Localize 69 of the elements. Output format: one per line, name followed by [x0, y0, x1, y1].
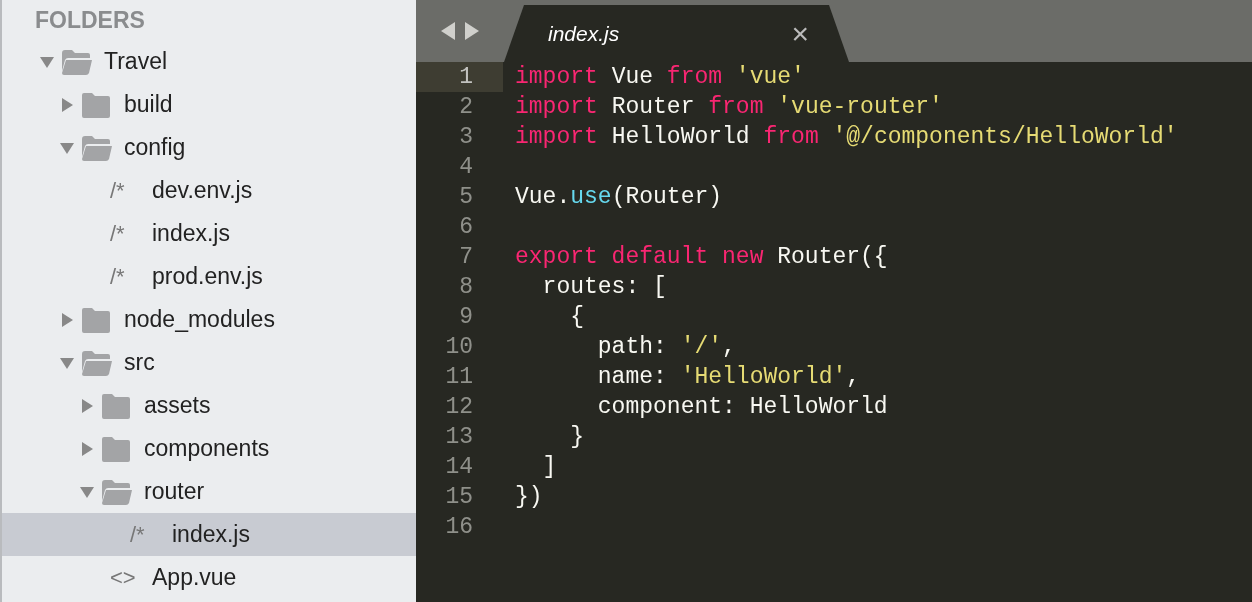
- line-number: 7: [458, 243, 474, 272]
- collapse-triangle-icon[interactable]: [80, 484, 94, 499]
- folder-item[interactable]: node_modules: [2, 298, 416, 341]
- folder-item[interactable]: build: [2, 83, 416, 126]
- folder-icon[interactable]: [80, 306, 112, 333]
- line-number: 6: [458, 213, 474, 242]
- line-number: 15: [444, 483, 474, 512]
- expand-triangle-icon[interactable]: [80, 441, 94, 456]
- code-line: import HelloWorld from '@/components/HelloWorld': [514, 122, 1178, 152]
- folder-icon[interactable]: [100, 392, 132, 419]
- code-line: {: [569, 302, 584, 332]
- file-item[interactable]: /* prod.env.js: [2, 255, 416, 298]
- folder-item[interactable]: src: [2, 341, 416, 384]
- code-line: }): [514, 482, 543, 512]
- collapse-triangle-icon[interactable]: [60, 140, 74, 155]
- code-line: import Vue from 'vue': [514, 62, 805, 92]
- collapse-triangle-icon[interactable]: [60, 355, 74, 370]
- open-folder-icon[interactable]: [60, 48, 92, 75]
- line-number: 11: [444, 363, 474, 392]
- close-button[interactable]: ×: [791, 18, 809, 49]
- folder-item[interactable]: router: [2, 470, 416, 513]
- code-line: export default new Router({: [514, 242, 888, 272]
- file-item[interactable]: /* dev.env.js: [2, 169, 416, 212]
- file-item[interactable]: /* index.js: [2, 212, 416, 255]
- folder-item[interactable]: Travel: [2, 40, 416, 83]
- folder-item[interactable]: components: [2, 427, 416, 470]
- line-number: 8: [458, 273, 474, 302]
- code-line: import Router from 'vue-router': [514, 92, 943, 122]
- folder-item[interactable]: assets: [2, 384, 416, 427]
- line-number: 10: [444, 333, 474, 362]
- editor-tab[interactable]: index.js ×: [504, 5, 849, 62]
- expand-triangle-icon[interactable]: [80, 398, 94, 413]
- folder-item[interactable]: config: [2, 126, 416, 169]
- collapse-triangle-icon[interactable]: [40, 54, 54, 69]
- folders-heading: FOLDERS: [34, 6, 146, 35]
- line-number: 16: [444, 513, 474, 542]
- line-number: 3: [458, 123, 474, 152]
- code-line: routes: [: [541, 272, 667, 302]
- file-type-icon: /*: [130, 518, 166, 551]
- back-arrow-icon[interactable]: [441, 22, 455, 40]
- file-item[interactable]: /* index.js: [2, 513, 416, 556]
- line-number: 9: [458, 303, 474, 332]
- line-number: 1: [416, 62, 503, 92]
- file-type-icon: /*: [110, 260, 146, 293]
- expand-triangle-icon[interactable]: [60, 312, 74, 327]
- code-line: }: [569, 422, 584, 452]
- line-number: 13: [444, 423, 474, 452]
- line-number: 5: [458, 183, 474, 212]
- open-folder-icon[interactable]: [100, 478, 132, 505]
- file-type-icon: /*: [110, 217, 146, 250]
- line-number: 14: [444, 453, 474, 482]
- code-line: Vue.use(Router): [514, 182, 723, 212]
- tab-label: index.js: [548, 20, 620, 47]
- forward-arrow-icon[interactable]: [465, 22, 479, 40]
- code-line: name: 'HelloWorld',: [596, 362, 861, 392]
- folder-icon[interactable]: [100, 435, 132, 462]
- open-folder-icon[interactable]: [80, 349, 112, 376]
- expand-triangle-icon[interactable]: [60, 97, 74, 112]
- code-line: ]: [541, 452, 557, 482]
- line-number: 12: [444, 393, 474, 422]
- open-folder-icon[interactable]: [80, 134, 112, 161]
- line-number: 4: [458, 153, 474, 182]
- file-type-icon: <>: [110, 561, 146, 594]
- code-line: path: '/',: [596, 332, 736, 362]
- folder-icon[interactable]: [80, 91, 112, 118]
- file-type-icon: /*: [110, 174, 146, 207]
- code-line: component: HelloWorld: [596, 392, 888, 422]
- line-number: 2: [458, 93, 474, 122]
- file-item[interactable]: <> App.vue: [2, 556, 416, 599]
